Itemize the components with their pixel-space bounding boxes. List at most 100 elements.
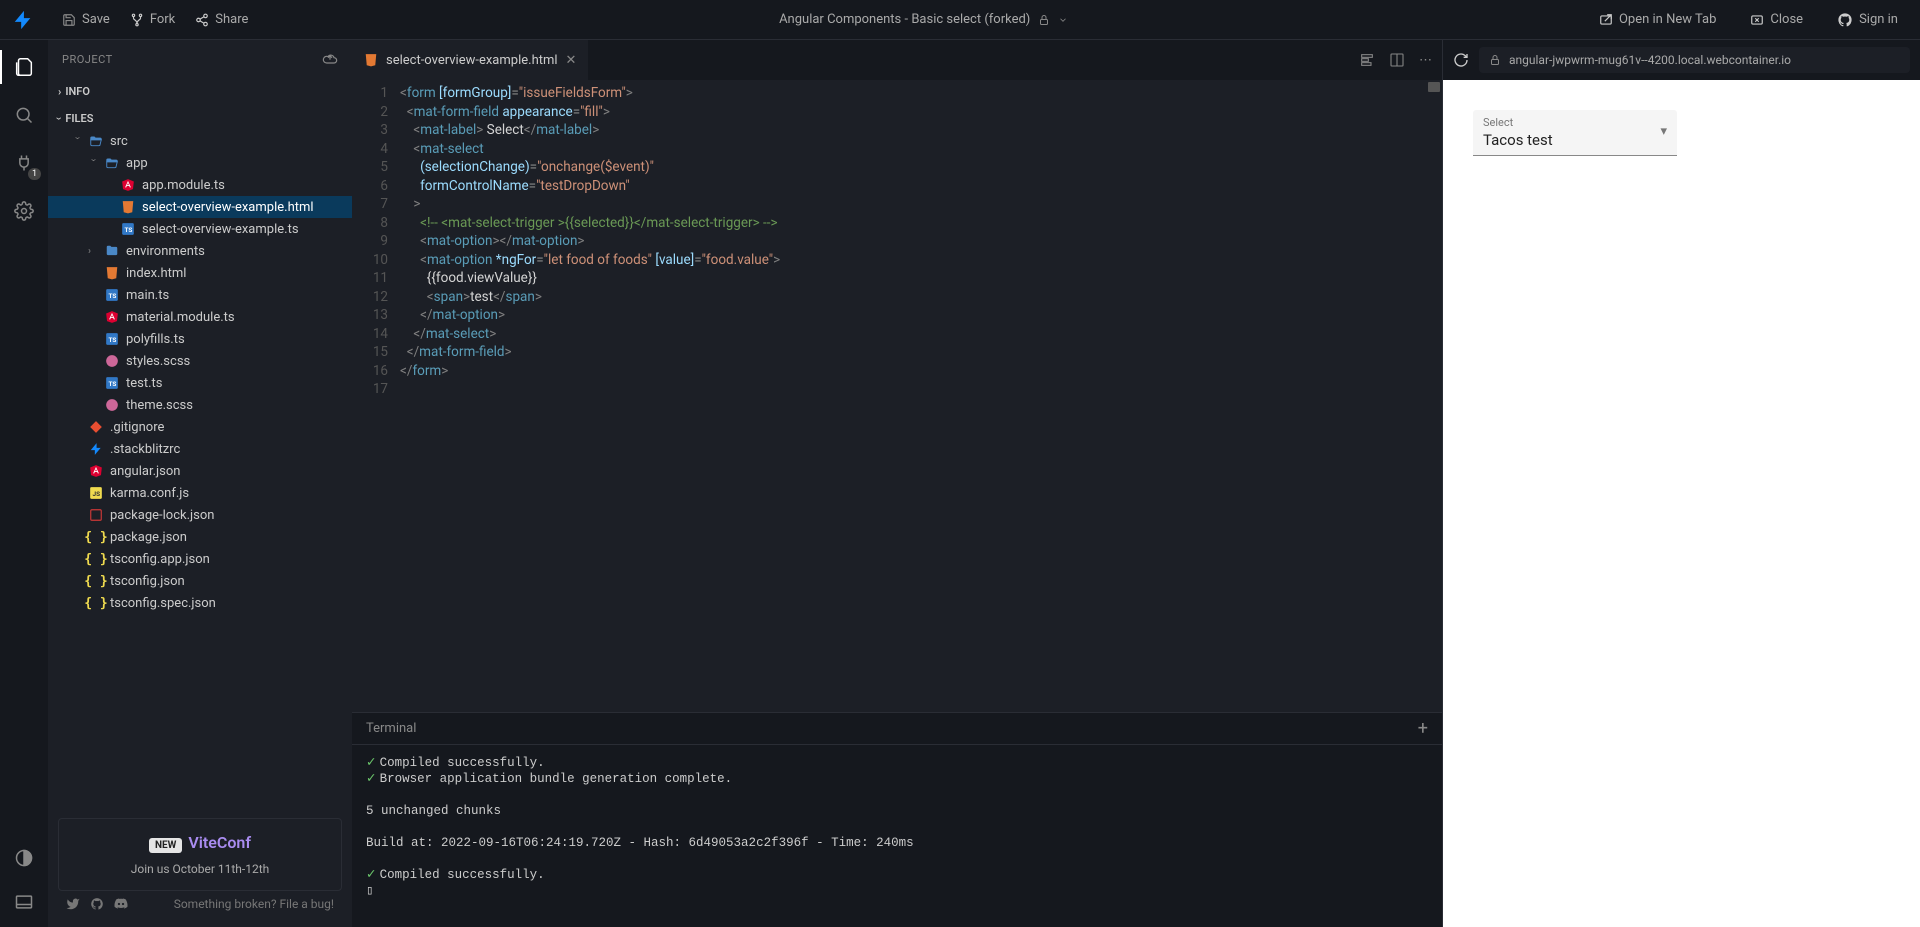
explorer-tab[interactable]	[11, 54, 37, 80]
file-item[interactable]: JSkarma.conf.js	[48, 482, 352, 504]
select-value: Tacos test	[1483, 129, 1667, 151]
file-item[interactable]: material.module.ts	[48, 306, 352, 328]
svg-text:TS: TS	[109, 336, 117, 344]
terminal-panel: Terminal + ✓ Compiled successfully. ✓ Br…	[352, 712, 1442, 927]
tab-label: select-overview-example.html	[386, 53, 558, 68]
html-file-icon	[364, 53, 378, 67]
file-item[interactable]: angular.json	[48, 460, 352, 482]
files-section[interactable]: ›FILES	[48, 109, 352, 128]
editor-tab[interactable]: select-overview-example.html ✕	[352, 40, 589, 80]
file-item[interactable]: { }tsconfig.json	[48, 570, 352, 592]
file-item[interactable]: package-lock.json	[48, 504, 352, 526]
tab-bar: select-overview-example.html ✕ ⋯	[352, 40, 1442, 80]
activity-bar: 1	[0, 40, 48, 927]
file-item[interactable]: .stackblitzrc	[48, 438, 352, 460]
file-item[interactable]: styles.scss	[48, 350, 352, 372]
mat-select-field[interactable]: Select Tacos test ▾	[1473, 110, 1677, 156]
dropdown-arrow-icon: ▾	[1660, 124, 1667, 139]
file-item[interactable]: { }package.json	[48, 526, 352, 548]
reload-icon[interactable]	[1453, 52, 1469, 68]
format-icon[interactable]	[1359, 52, 1375, 68]
lock-icon	[1038, 14, 1050, 26]
sidebar-header: PROJECT	[62, 53, 113, 66]
sidebar: PROJECT ›INFO ›FILES ›src›appapp.module.…	[48, 40, 352, 927]
files-icon	[13, 56, 35, 78]
file-item[interactable]: .gitignore	[48, 416, 352, 438]
theme-toggle[interactable]	[11, 845, 37, 871]
fork-button[interactable]: Fork	[120, 8, 185, 31]
settings-tab[interactable]	[11, 198, 37, 224]
project-title[interactable]: Angular Components - Basic select (forke…	[258, 12, 1589, 27]
search-tab[interactable]	[11, 102, 37, 128]
stackblitz-logo	[12, 9, 34, 31]
tab-close-icon[interactable]: ✕	[566, 53, 577, 68]
topbar: Save Fork Share Angular Components - Bas…	[0, 0, 1920, 40]
svg-text:TS: TS	[109, 292, 117, 300]
file-item[interactable]: TSmain.ts	[48, 284, 352, 306]
terminal-add-icon[interactable]: +	[1418, 718, 1428, 739]
layout-toggle[interactable]	[11, 889, 37, 915]
layout-icon	[14, 892, 34, 912]
code-editor[interactable]: 1234567891011121314151617 <form [formGro…	[352, 80, 1442, 712]
github-link-icon[interactable]	[90, 897, 104, 911]
lock-icon	[1489, 54, 1501, 66]
file-item[interactable]: select-overview-example.html	[48, 196, 352, 218]
new-badge: NEW	[149, 838, 182, 853]
folder-app[interactable]: ›app	[48, 152, 352, 174]
split-icon[interactable]	[1389, 52, 1405, 68]
file-item[interactable]: app.module.ts	[48, 174, 352, 196]
project-title-text: Angular Components - Basic select (forke…	[779, 12, 1030, 27]
terminal-label[interactable]: Terminal	[366, 721, 416, 736]
open-new-tab-button[interactable]: Open in New Tab	[1589, 8, 1726, 31]
editor-column: select-overview-example.html ✕ ⋯ 1234567…	[352, 40, 1442, 927]
file-item[interactable]: TSselect-overview-example.ts	[48, 218, 352, 240]
folder-environments[interactable]: ›environments	[48, 240, 352, 262]
save-button[interactable]: Save	[52, 8, 120, 31]
folder-src[interactable]: ›src	[48, 130, 352, 152]
gear-icon	[14, 201, 34, 221]
ports-badge: 1	[28, 168, 41, 180]
share-label: Share	[215, 12, 248, 27]
code-content[interactable]: <form [formGroup]="issueFieldsForm"> <ma…	[400, 80, 1442, 712]
svg-text:TS: TS	[125, 226, 133, 234]
terminal-output[interactable]: ✓ Compiled successfully. ✓ Browser appli…	[352, 745, 1442, 927]
cloud-sync-icon[interactable]	[322, 51, 338, 67]
save-icon	[62, 13, 76, 27]
twitter-icon[interactable]	[66, 897, 80, 911]
file-item[interactable]: { }tsconfig.app.json	[48, 548, 352, 570]
file-item[interactable]: { }tsconfig.spec.json	[48, 592, 352, 614]
select-label: Select	[1483, 116, 1667, 129]
preview-url-bar[interactable]: angular-jwpwrm-mug61v--4200.local.webcon…	[1479, 47, 1910, 73]
discord-icon[interactable]	[114, 897, 128, 911]
close-button[interactable]: Close	[1740, 8, 1813, 31]
file-item[interactable]: TStest.ts	[48, 372, 352, 394]
file-item[interactable]: index.html	[48, 262, 352, 284]
info-section[interactable]: ›INFO	[48, 82, 352, 101]
bug-link[interactable]: Something broken? File a bug!	[174, 897, 334, 911]
share-icon	[195, 13, 209, 27]
preview-toolbar: angular-jwpwrm-mug61v--4200.local.webcon…	[1443, 40, 1920, 80]
external-icon	[1599, 13, 1613, 27]
preview-url-text: angular-jwpwrm-mug61v--4200.local.webcon…	[1509, 53, 1791, 67]
search-icon	[14, 105, 34, 125]
svg-text:JS: JS	[93, 490, 101, 498]
github-icon	[1837, 12, 1853, 28]
close-panel-icon	[1750, 13, 1764, 27]
line-gutter: 1234567891011121314151617	[352, 80, 400, 712]
close-label: Close	[1770, 12, 1803, 27]
fork-icon	[130, 13, 144, 27]
preview-column: angular-jwpwrm-mug61v--4200.local.webcon…	[1442, 40, 1920, 927]
file-item[interactable]: TSpolyfills.ts	[48, 328, 352, 350]
file-item[interactable]: theme.scss	[48, 394, 352, 416]
more-icon[interactable]: ⋯	[1419, 53, 1432, 68]
ports-tab[interactable]: 1	[11, 150, 37, 176]
promo-sub: Join us October 11th-12th	[69, 862, 331, 876]
chevron-down-icon	[1058, 15, 1068, 25]
share-button[interactable]: Share	[185, 8, 258, 31]
signin-button[interactable]: Sign in	[1827, 8, 1908, 32]
scrollbar-thumb[interactable]	[1428, 82, 1440, 92]
promo-name: ViteConf	[188, 833, 251, 852]
promo-box[interactable]: NEW ViteConf Join us October 11th-12th	[58, 818, 342, 891]
preview-frame[interactable]: Select Tacos test ▾	[1443, 80, 1920, 927]
svg-text:TS: TS	[109, 380, 117, 388]
